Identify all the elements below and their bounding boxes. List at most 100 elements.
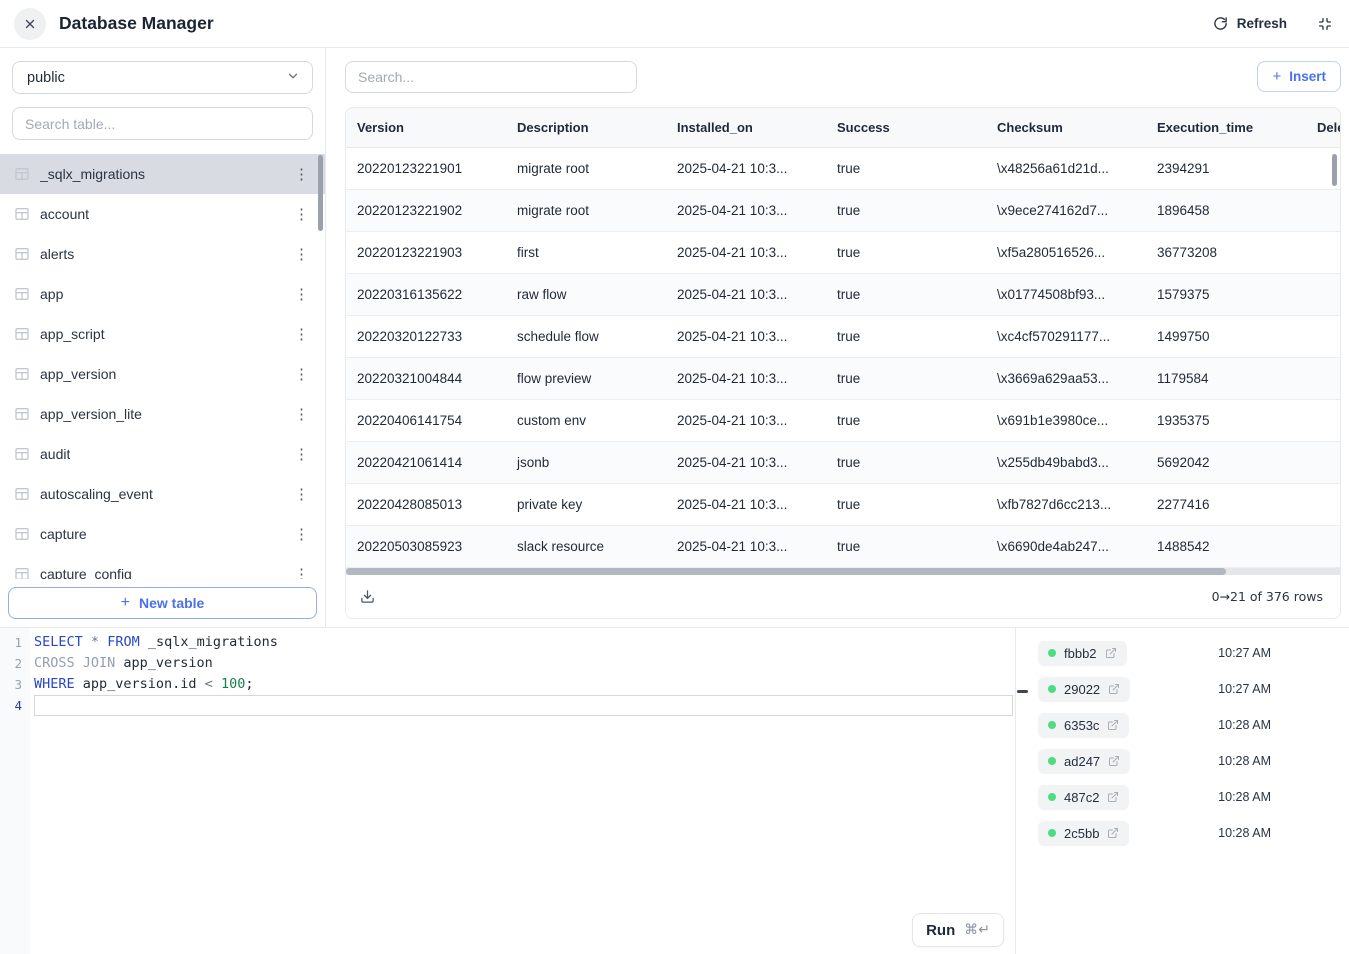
table-row[interactable]: 20220428085013private key2025-04-21 10:3… — [346, 484, 1340, 526]
table-cell: private key — [506, 484, 666, 525]
table-icon — [14, 486, 30, 502]
table-cell: 1935375 — [1146, 400, 1306, 441]
table-row[interactable]: 20220421061414jsonb2025-04-21 10:3...tru… — [346, 442, 1340, 484]
schema-select[interactable]: public — [12, 61, 313, 94]
table-row[interactable]: 20220123221902migrate root2025-04-21 10:… — [346, 190, 1340, 232]
table-cell: true — [826, 148, 986, 189]
table-cell: schedule flow — [506, 316, 666, 357]
table-cell: \xfb7827d6cc213... — [986, 484, 1146, 525]
query-time: 10:27 AM — [1218, 682, 1271, 696]
table-cell — [1306, 526, 1340, 567]
table-options-kebab-icon[interactable]: ⋮ — [288, 285, 315, 304]
table-row[interactable]: 20220321004844flow preview2025-04-21 10:… — [346, 358, 1340, 400]
column-header-description: Description — [506, 108, 666, 147]
column-header-execution_time: Execution_time — [1146, 108, 1306, 147]
table-icon — [14, 446, 30, 462]
table-row[interactable]: 20220123221903first2025-04-21 10:3...tru… — [346, 232, 1340, 274]
query-history-pill[interactable]: 2c5bb — [1038, 821, 1129, 846]
table-cell: 2025-04-21 10:3... — [666, 400, 826, 441]
table-options-kebab-icon[interactable]: ⋮ — [288, 485, 315, 504]
table-options-kebab-icon[interactable]: ⋮ — [288, 325, 315, 344]
code-line-3[interactable]: 3WHERE app_version.id < 100; — [0, 674, 1015, 695]
insert-button[interactable]: + Insert — [1257, 61, 1341, 92]
sidebar-item-_sqlx_migrations[interactable]: _sqlx_migrations ⋮ — [0, 154, 325, 194]
table-cell: 20220123221901 — [346, 148, 506, 189]
table-options-kebab-icon[interactable]: ⋮ — [288, 445, 315, 464]
query-history-pill[interactable]: 6353c — [1038, 713, 1129, 738]
status-dot-icon — [1048, 829, 1056, 837]
table-cell: 20220321004844 — [346, 358, 506, 399]
row-search-input[interactable] — [345, 61, 637, 93]
grid-vertical-scrollbar[interactable] — [1332, 154, 1337, 186]
table-options-kebab-icon[interactable]: ⋮ — [288, 565, 315, 580]
query-history-pill[interactable]: 487c2 — [1038, 785, 1129, 810]
table-cell: \xc4cf570291177... — [986, 316, 1146, 357]
code-line-1[interactable]: 1SELECT * FROM _sqlx_migrations — [0, 632, 1015, 653]
sidebar-item-alerts[interactable]: alerts ⋮ — [0, 234, 325, 274]
collapse-fullscreen-button[interactable] — [1315, 14, 1335, 34]
query-id: 487c2 — [1064, 790, 1099, 805]
external-link-icon — [1107, 791, 1119, 803]
close-button[interactable] — [14, 8, 46, 40]
table-cell: 20220320122733 — [346, 316, 506, 357]
sidebar-scrollbar[interactable] — [318, 155, 323, 231]
status-dot-icon — [1048, 721, 1056, 729]
code-line-4[interactable]: 4 — [0, 695, 1015, 716]
code-text: SELECT * FROM _sqlx_migrations — [34, 632, 1013, 653]
refresh-button[interactable]: Refresh — [1213, 16, 1287, 31]
plus-icon: + — [1272, 68, 1281, 85]
table-cell: 20220421061414 — [346, 442, 506, 483]
table-cell — [1306, 358, 1340, 399]
table-options-kebab-icon[interactable]: ⋮ — [288, 245, 315, 264]
editor-scrollbar[interactable] — [1017, 690, 1028, 693]
table-cell: \x6690de4ab247... — [986, 526, 1146, 567]
table-cell: 20220316135622 — [346, 274, 506, 315]
table-cell: 1896458 — [1146, 190, 1306, 231]
query-history-row: 29022 10:27 AM — [1038, 671, 1349, 707]
sql-editor[interactable]: 1SELECT * FROM _sqlx_migrations2CROSS JO… — [0, 628, 1016, 954]
sidebar-item-app_version_lite[interactable]: app_version_lite ⋮ — [0, 394, 325, 434]
status-dot-icon — [1048, 685, 1056, 693]
table-row[interactable]: 20220503085923slack resource2025-04-21 1… — [346, 526, 1340, 568]
external-link-icon — [1107, 719, 1119, 731]
grid-horizontal-scrollbar-track — [346, 568, 1340, 575]
query-time: 10:28 AM — [1218, 790, 1271, 804]
table-options-kebab-icon[interactable]: ⋮ — [288, 405, 315, 424]
query-history-pill[interactable]: 29022 — [1038, 677, 1130, 702]
sidebar-item-capture[interactable]: capture ⋮ — [0, 514, 325, 554]
table-cell: 2025-04-21 10:3... — [666, 442, 826, 483]
table-cell — [1306, 316, 1340, 357]
data-grid: VersionDescriptionInstalled_onSuccessChe… — [345, 107, 1341, 619]
table-options-kebab-icon[interactable]: ⋮ — [288, 165, 315, 184]
new-table-button[interactable]: + New table — [8, 587, 317, 619]
table-cell: migrate root — [506, 190, 666, 231]
table-row[interactable]: 20220123221901migrate root2025-04-21 10:… — [346, 148, 1340, 190]
grid-horizontal-scrollbar[interactable] — [346, 568, 1226, 575]
sidebar-item-account[interactable]: account ⋮ — [0, 194, 325, 234]
sidebar-item-app_version[interactable]: app_version ⋮ — [0, 354, 325, 394]
column-header-version: Version — [346, 108, 506, 147]
table-cell: 5692042 — [1146, 442, 1306, 483]
sidebar-item-app_script[interactable]: app_script ⋮ — [0, 314, 325, 354]
table-search-input[interactable] — [12, 107, 313, 140]
table-cell — [1306, 232, 1340, 273]
query-time: 10:28 AM — [1218, 754, 1271, 768]
table-options-kebab-icon[interactable]: ⋮ — [288, 365, 315, 384]
table-row[interactable]: 20220406141754custom env2025-04-21 10:3.… — [346, 400, 1340, 442]
data-grid-area: + Insert VersionDescriptionInstalled_onS… — [326, 48, 1349, 627]
query-history-pill[interactable]: fbbb2 — [1038, 641, 1127, 666]
table-options-kebab-icon[interactable]: ⋮ — [288, 205, 315, 224]
sidebar-item-app[interactable]: app ⋮ — [0, 274, 325, 314]
table-options-kebab-icon[interactable]: ⋮ — [288, 525, 315, 544]
sidebar-item-autoscaling_event[interactable]: autoscaling_event ⋮ — [0, 474, 325, 514]
query-history-pill[interactable]: ad247 — [1038, 749, 1130, 774]
table-cell: slack resource — [506, 526, 666, 567]
table-row[interactable]: 20220320122733schedule flow2025-04-21 10… — [346, 316, 1340, 358]
run-button[interactable]: Run ⌘↵ — [912, 913, 1004, 947]
sidebar-item-capture_config[interactable]: capture_config ⋮ — [0, 554, 325, 579]
sidebar-item-audit[interactable]: audit ⋮ — [0, 434, 325, 474]
table-row[interactable]: 20220316135622raw flow2025-04-21 10:3...… — [346, 274, 1340, 316]
table-cell: 2025-04-21 10:3... — [666, 484, 826, 525]
download-button[interactable] — [356, 585, 379, 608]
code-line-2[interactable]: 2CROSS JOIN app_version — [0, 653, 1015, 674]
